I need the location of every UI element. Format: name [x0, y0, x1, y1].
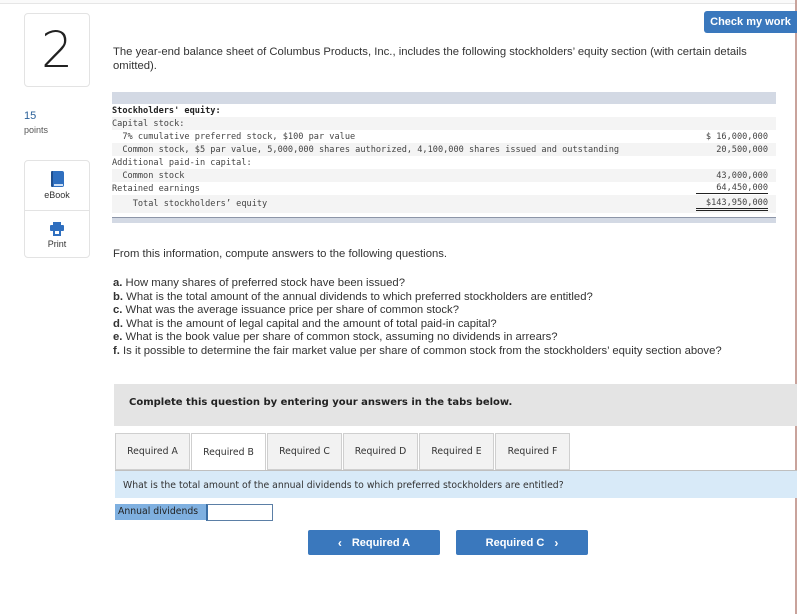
question-item: a. How many shares of preferred stock ha…: [113, 277, 722, 291]
required-tabs: Required A Required B Required C Require…: [115, 433, 571, 471]
table-row: Common stock 43,000,000: [112, 169, 776, 182]
annual-dividends-label: Annual dividends: [115, 504, 207, 520]
table-row: Common stock, $5 par value, 5,000,000 sh…: [112, 143, 776, 156]
complete-banner: Complete this question by entering your …: [114, 384, 797, 426]
row-label: Retained earnings: [112, 183, 200, 194]
problem-intro: The year-end balance sheet of Columbus P…: [113, 46, 747, 72]
row-label: Common stock, $5 par value, 5,000,000 sh…: [112, 144, 620, 155]
table-row: Retained earnings 64,450,000: [112, 182, 776, 195]
question-text: How many shares of preferred stock have …: [122, 277, 405, 289]
prev-button-label: Required A: [351, 536, 411, 549]
table-row-total: Total stockholders’ equity $143,950,000: [112, 195, 776, 213]
tools-panel: eBook Print: [24, 160, 90, 258]
question-item: e. What is the book value per share of c…: [113, 331, 722, 345]
question-text: What is the book value per share of comm…: [122, 331, 558, 344]
annual-dividends-input[interactable]: [206, 504, 273, 521]
printer-icon: [50, 221, 64, 236]
question-number: 2: [24, 13, 90, 87]
prev-required-a-button[interactable]: ‹ Required A: [308, 530, 440, 555]
row-label: Capital stock:: [112, 118, 185, 129]
next-required-c-button[interactable]: Required C ›: [456, 530, 588, 555]
check-my-work-button[interactable]: Check my work: [704, 11, 797, 33]
row-label: Total stockholders’ equity: [112, 199, 268, 209]
points-label: points: [24, 125, 49, 135]
print-label: Print: [47, 238, 67, 249]
question-text: Is it possible to determine the fair mar…: [119, 344, 722, 357]
question-letter: c.: [113, 304, 123, 317]
row-amount: $143,950,000: [696, 198, 768, 211]
tab-required-c[interactable]: Required C: [267, 433, 342, 470]
points-value: 15: [24, 110, 37, 122]
instructions-text: From this information, compute answers t…: [113, 248, 448, 260]
table-row: Stockholders' equity:: [112, 104, 776, 117]
question-item: d. What is the amount of legal capital a…: [113, 318, 722, 332]
table-header-band: [112, 92, 776, 104]
table-row: Additional paid-in capital:: [112, 156, 776, 169]
question-list: a. How many shares of preferred stock ha…: [113, 277, 722, 359]
question-text: What is the total amount of the annual d…: [123, 290, 593, 303]
question-letter: e.: [113, 331, 123, 344]
row-label: 7% cumulative preferred stock, $100 par …: [112, 131, 356, 142]
question-letter: a.: [113, 277, 123, 289]
row-label: Stockholders' equity:: [112, 105, 221, 116]
tab-required-a[interactable]: Required A: [115, 433, 190, 470]
tab-required-b[interactable]: Required B: [191, 433, 266, 471]
ebook-label: eBook: [44, 190, 70, 200]
question-text: What was the average issuance price per …: [122, 304, 459, 317]
table-row: 7% cumulative preferred stock, $100 par …: [112, 130, 776, 143]
tab-required-e[interactable]: Required E: [419, 433, 494, 470]
table-footer-band: [112, 217, 776, 223]
row-amount: $ 16,000,000: [705, 131, 768, 142]
tab-required-d[interactable]: Required D: [343, 433, 418, 470]
table-row: Capital stock:: [112, 117, 776, 130]
question-item: b. What is the total amount of the annua…: [113, 291, 722, 305]
row-amount: 20,500,000: [716, 144, 768, 155]
chevron-right-icon: ›: [554, 535, 559, 550]
row-amount: 64,450,000: [696, 183, 768, 194]
question-letter: d.: [113, 317, 124, 330]
top-divider: [0, 0, 797, 4]
book-icon: [50, 171, 64, 187]
question-item: f. Is it possible to determine the fair …: [113, 345, 722, 359]
print-button[interactable]: Print: [25, 210, 89, 259]
next-button-label: Required C: [485, 536, 545, 549]
row-label: Common stock: [112, 170, 185, 181]
active-tab-prompt: What is the total amount of the annual d…: [115, 471, 797, 498]
question-text: What is the amount of legal capital and …: [123, 317, 497, 330]
question-item: c. What was the average issuance price p…: [113, 304, 722, 318]
chevron-left-icon: ‹: [337, 535, 342, 550]
row-amount: 43,000,000: [716, 170, 768, 181]
question-letter: f.: [113, 344, 120, 357]
ebook-button[interactable]: eBook: [25, 161, 89, 210]
row-label: Additional paid-in capital:: [112, 157, 252, 168]
tab-required-f[interactable]: Required F: [495, 433, 570, 470]
question-letter: b.: [113, 290, 124, 303]
balance-sheet-table: Stockholders' equity: Capital stock: 7% …: [112, 92, 776, 223]
